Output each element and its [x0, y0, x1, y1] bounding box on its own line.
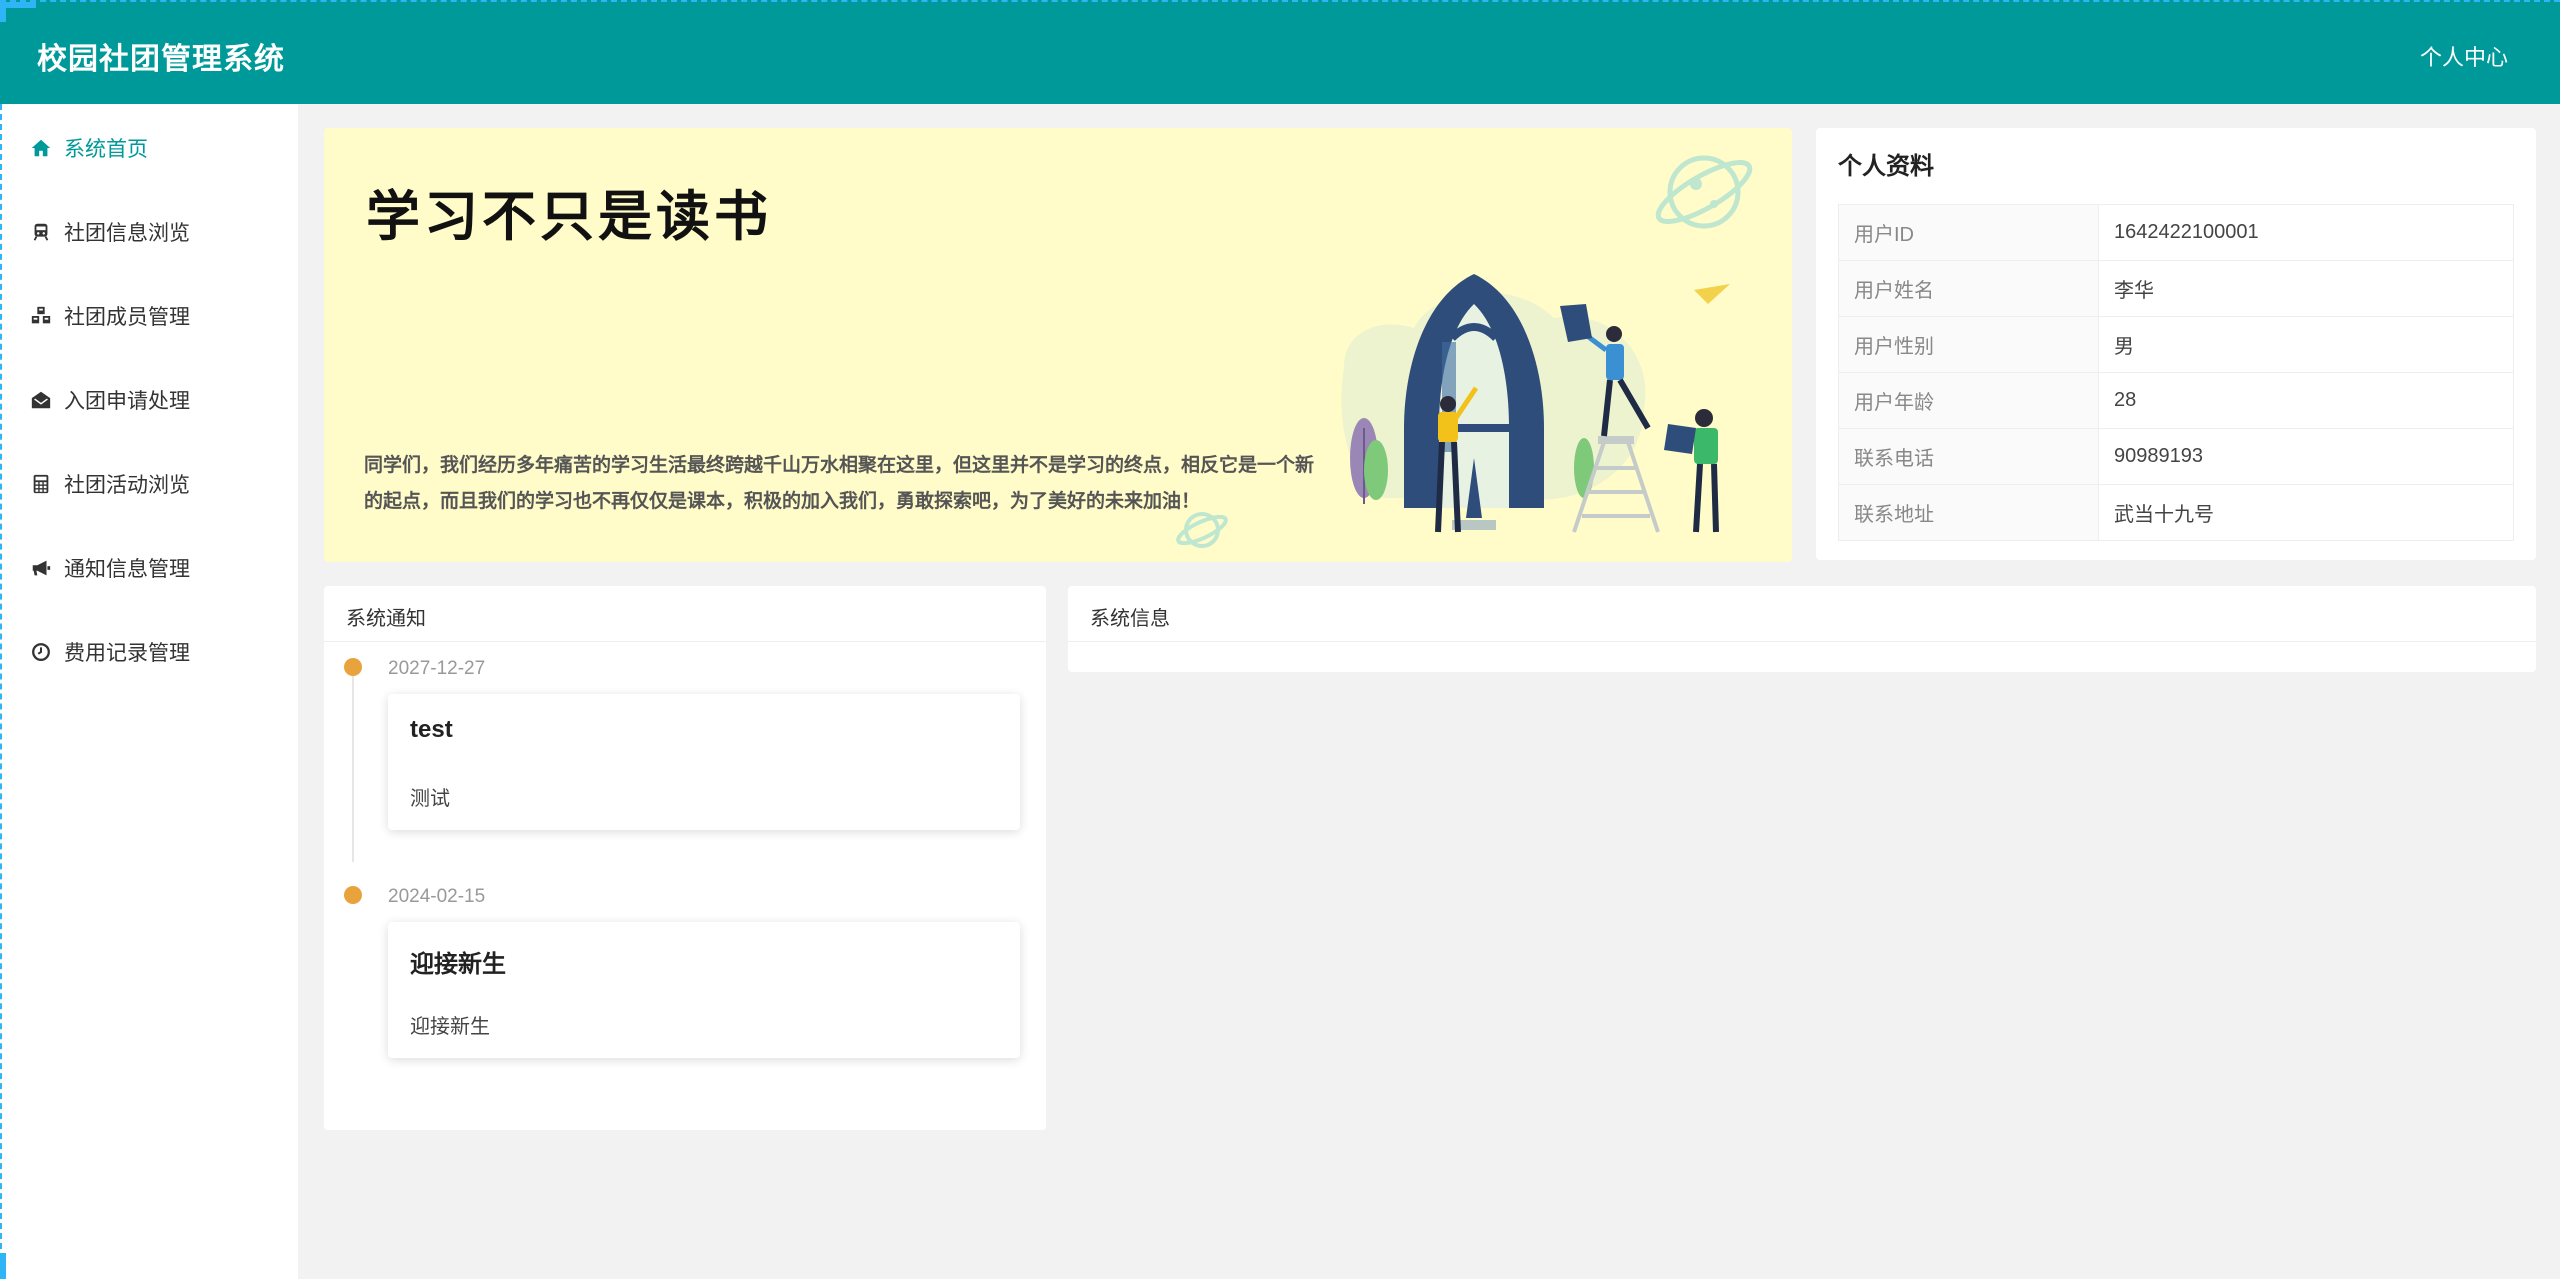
- profile-value: 90989193: [2098, 428, 2514, 485]
- user-center-link[interactable]: 个人中心: [2420, 40, 2508, 72]
- banner-title: 学习不只是读书: [366, 185, 772, 248]
- sidebar-item-label: 社团活动浏览: [64, 474, 190, 497]
- envelope-open-icon: [31, 391, 51, 409]
- sidebar-item-label: 社团信息浏览: [64, 222, 190, 245]
- top-header: 校园社团管理系统 个人中心: [0, 0, 2560, 104]
- sidebar-item-label: 费用记录管理: [64, 642, 190, 665]
- profile-key: 联系电话: [1838, 428, 2099, 485]
- table-row: 用户年龄 28: [1838, 372, 2514, 429]
- profile-key: 用户年龄: [1838, 372, 2099, 429]
- notice-title: test: [410, 716, 453, 743]
- profile-value: 男: [2098, 316, 2514, 373]
- notice-date: 2024-02-15: [388, 886, 486, 907]
- table-row: 用户姓名 李华: [1838, 260, 2514, 317]
- system-info-panel: 系统信息: [1068, 586, 2536, 672]
- calculator-icon: [33, 474, 49, 494]
- train-icon: [33, 223, 49, 241]
- timeline-dot: [344, 886, 362, 904]
- table-row: 联系电话 90989193: [1838, 428, 2514, 485]
- profile-value: 李华: [2098, 260, 2514, 317]
- sidebar-item-fees[interactable]: 费用记录管理: [30, 632, 190, 672]
- profile-value: 28: [2098, 372, 2514, 429]
- system-info-header: 系统信息: [1068, 586, 2536, 642]
- notice-content: 测试: [410, 788, 450, 810]
- table-row: 用户性别男: [1838, 316, 2514, 373]
- profile-table: 用户ID 1642422100001 用户姓名 李华 用户性别男 用户年龄 28 联系…: [1838, 204, 2514, 541]
- clock-icon: [32, 643, 50, 661]
- notice-title: 迎接新生: [410, 951, 506, 978]
- notice-card[interactable]: 迎接新生 迎接新生: [388, 922, 1020, 1058]
- timeline-line: [352, 666, 354, 862]
- sidebar-item-label: 社团成员管理: [64, 306, 190, 329]
- cubes-icon: [31, 306, 51, 324]
- profile-value: 1642422100001: [2098, 204, 2514, 261]
- profile-key: 用户姓名: [1838, 260, 2099, 317]
- notice-panel-header: 系统通知: [324, 586, 1046, 642]
- app-title: 校园社团管理系统: [37, 43, 285, 76]
- sidebar-item-activities[interactable]: 社团活动浏览: [30, 464, 190, 504]
- sidebar-item-label: 入团申请处理: [64, 390, 190, 413]
- notice-panel: 系统通知 2027-12-27 test 测试 2024-02-15 迎接新生 …: [324, 586, 1046, 1130]
- profile-title: 个人资料: [1838, 153, 1934, 180]
- profile-card: 个人资料 用户ID 1642422100001 用户姓名 李华 用户性别男 用户年龄…: [1816, 128, 2536, 560]
- sidebar: 系统首页 社团信息浏览 社团成员管理 入团申请处理 社团活动浏览 通知信息管理 …: [0, 104, 298, 1279]
- home-icon: [31, 139, 51, 157]
- sidebar-item-home[interactable]: 系统首页: [30, 128, 148, 168]
- notice-card[interactable]: test 测试: [388, 694, 1020, 830]
- sidebar-item-label: 系统首页: [64, 138, 148, 161]
- notice-panel-title: 系统通知: [346, 608, 426, 630]
- sidebar-item-applications[interactable]: 入团申请处理: [30, 380, 190, 420]
- profile-key: 用户ID: [1838, 204, 2099, 261]
- notice-date: 2027-12-27: [388, 658, 486, 679]
- sidebar-item-label: 通知信息管理: [64, 558, 190, 581]
- system-info-title: 系统信息: [1090, 608, 1170, 630]
- table-row: 联系地址 武当十九号: [1838, 484, 2514, 541]
- notice-content: 迎接新生: [410, 1016, 490, 1038]
- timeline-dot: [344, 658, 362, 676]
- table-row: 用户ID 1642422100001: [1838, 204, 2514, 261]
- banner-text: 同学们，我们经历多年痛苦的学习生活最终跨越千山万水相聚在这里，但这里并不是学习的…: [364, 455, 1315, 512]
- sidebar-item-notices[interactable]: 通知信息管理: [30, 548, 190, 588]
- welcome-banner: 学习不只是读书 同学们，我们经历多年痛苦的学习生活最终跨越千山万水相聚在这里，但…: [324, 128, 1792, 562]
- sidebar-corner-marker: [0, 1253, 6, 1279]
- profile-value: 武当十九号: [2098, 484, 2514, 541]
- header-corner-marker: [0, 2, 36, 22]
- profile-key: 联系地址: [1838, 484, 2099, 541]
- profile-key: 用户性别: [1838, 316, 2099, 373]
- sidebar-item-members[interactable]: 社团成员管理: [30, 296, 190, 336]
- bullhorn-icon: [32, 560, 51, 576]
- sidebar-item-club-info[interactable]: 社团信息浏览: [30, 212, 190, 252]
